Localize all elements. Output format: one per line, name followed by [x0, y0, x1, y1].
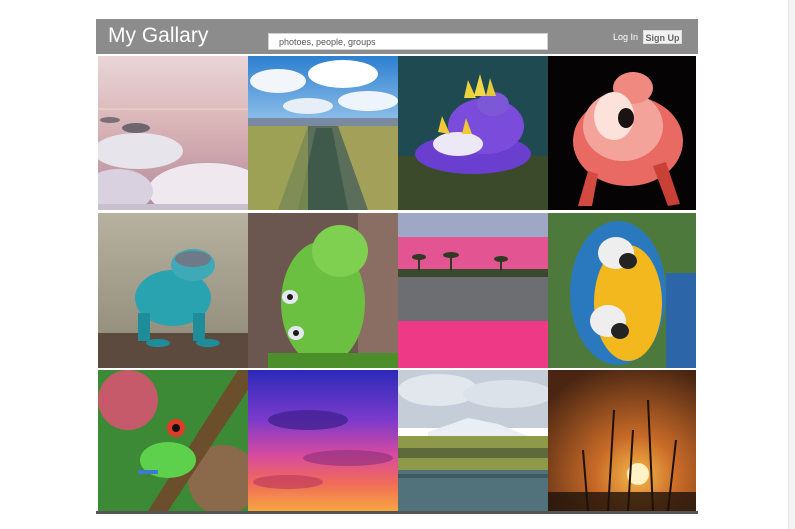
photo-salt-flat-lake[interactable] — [98, 56, 248, 210]
scrollbar[interactable] — [788, 0, 795, 529]
header-bar: My Gallary Log In Sign Up — [96, 19, 698, 54]
photo-sunset-silhouette[interactable] — [548, 370, 696, 511]
photo-green-caterpillar[interactable] — [248, 213, 398, 368]
site-title[interactable]: My Gallary — [108, 24, 208, 48]
photo-pink-oasis[interactable] — [398, 213, 548, 368]
photo-grassland-stream[interactable] — [248, 56, 398, 210]
photo-blue-lizard[interactable] — [98, 213, 248, 368]
photo-flamingo[interactable] — [548, 56, 696, 210]
signup-button[interactable]: Sign Up — [643, 30, 682, 44]
bottom-divider — [96, 511, 698, 514]
photo-mountain-lake[interactable] — [398, 370, 548, 511]
photo-macaws[interactable] — [548, 213, 696, 368]
photo-nudibranch[interactable] — [398, 56, 548, 210]
gallery-app: My Gallary Log In Sign Up — [96, 19, 698, 529]
photo-purple-sunset[interactable] — [248, 370, 398, 511]
search-input[interactable] — [268, 33, 548, 50]
login-link[interactable]: Log In — [613, 31, 638, 43]
photo-tree-frog[interactable] — [98, 370, 248, 511]
